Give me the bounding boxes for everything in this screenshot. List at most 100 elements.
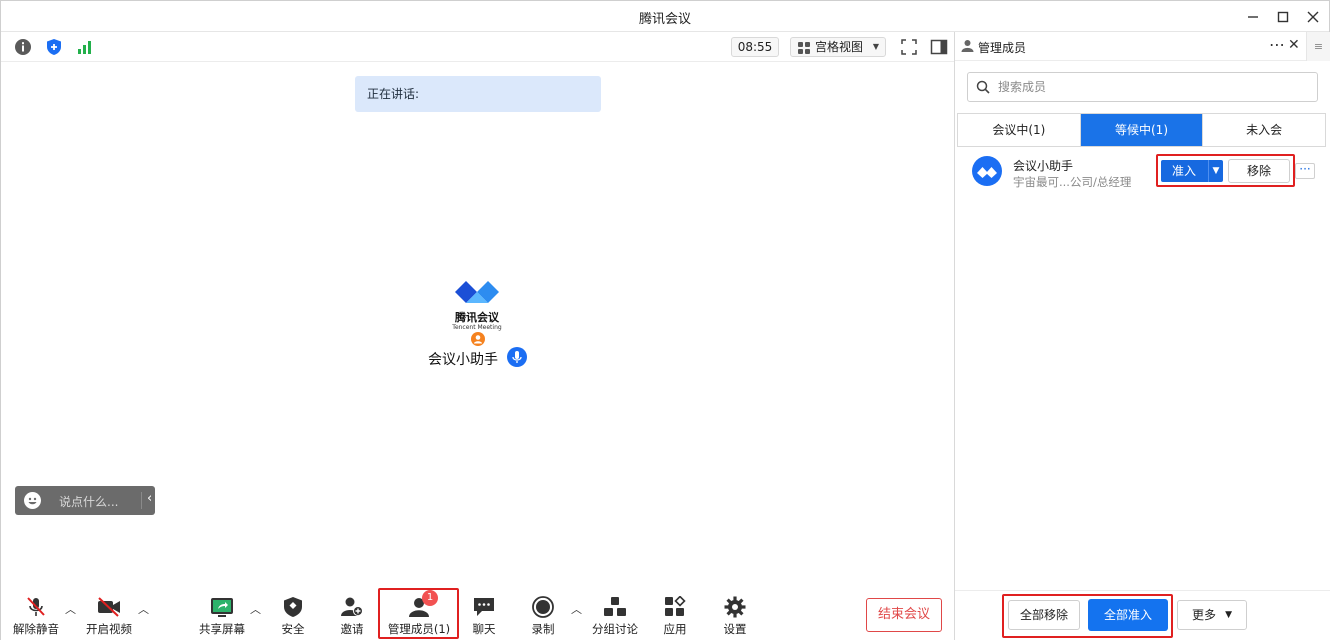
end-meeting-button[interactable]: 结束会议 bbox=[866, 598, 942, 632]
settings-label: 设置 bbox=[723, 622, 747, 636]
invite-button[interactable]: 邀请 bbox=[324, 594, 380, 638]
invite-label: 邀请 bbox=[340, 622, 364, 636]
tab-not-joined[interactable]: 未入会 bbox=[1203, 114, 1326, 146]
share-screen-button[interactable]: 共享屏幕 bbox=[194, 594, 250, 638]
maximize-button[interactable] bbox=[1272, 6, 1294, 28]
security-status-button[interactable] bbox=[45, 38, 63, 56]
record-options-chevron-icon[interactable]: ︿ bbox=[571, 601, 582, 617]
share-options-chevron-icon[interactable]: ︿ bbox=[250, 601, 261, 617]
fullscreen-icon bbox=[901, 39, 917, 55]
panel-footer: 全部移除 全部准入 更多 ▼ bbox=[955, 590, 1330, 640]
panel-title: 管理成员 bbox=[978, 41, 1027, 55]
view-layout-label: 宫格视图 bbox=[815, 40, 864, 54]
highlight-admit-remove bbox=[1156, 154, 1295, 187]
panel-menu-icon[interactable]: ≡ bbox=[1306, 32, 1330, 61]
emoji-icon[interactable] bbox=[24, 492, 41, 509]
info-button[interactable] bbox=[14, 38, 32, 56]
tencent-meeting-logo bbox=[455, 281, 499, 303]
chevron-down-icon: ▼ bbox=[1225, 610, 1232, 620]
quick-chat-bar[interactable]: 说点什么... ‹ bbox=[15, 486, 155, 515]
minimize-icon bbox=[1248, 16, 1258, 18]
member-name: 会议小助手 bbox=[1013, 159, 1074, 173]
grid-view-icon bbox=[798, 42, 810, 54]
toggle-sidebar-button[interactable] bbox=[930, 38, 948, 56]
meeting-timer: 08:55 bbox=[731, 37, 779, 57]
participant-name: 会议小助手 bbox=[428, 352, 498, 368]
logo-subtext: Tencent Meeting bbox=[452, 324, 502, 331]
security-button[interactable]: 安全 bbox=[265, 594, 321, 638]
host-icon bbox=[471, 332, 485, 346]
close-button[interactable] bbox=[1302, 6, 1324, 28]
camera-off-icon bbox=[98, 597, 120, 617]
member-search[interactable] bbox=[967, 72, 1318, 102]
logo-text: 腾讯会议 bbox=[455, 311, 499, 324]
record-icon bbox=[532, 596, 554, 618]
unmute-button[interactable]: 解除静音 bbox=[8, 594, 64, 638]
meeting-controls: 解除静音 ︿ 开启视频 ︿ 共享屏幕 ︿ 安全 邀请 1 管理成员(1) 聊天 … bbox=[1, 588, 954, 640]
meeting-info-bar: 08:55 宫格视图 ▼ bbox=[1, 32, 954, 62]
tab-waiting[interactable]: 等候中(1) bbox=[1080, 114, 1204, 146]
member-tabs: 会议中(1) 等候中(1) 未入会 bbox=[957, 113, 1326, 147]
avatar bbox=[972, 156, 1002, 186]
more-options-icon[interactable]: ⋯ bbox=[1269, 35, 1286, 54]
apps-icon bbox=[665, 596, 686, 616]
title-bar: 腾讯会议 bbox=[1, 1, 1329, 32]
participant-logo: 腾讯会议 Tencent Meeting bbox=[441, 278, 513, 331]
security-label: 安全 bbox=[281, 622, 305, 636]
chat-button[interactable]: 聊天 bbox=[456, 594, 512, 638]
divider bbox=[141, 492, 142, 509]
add-user-icon bbox=[341, 597, 363, 616]
record-button[interactable]: 录制 bbox=[515, 594, 571, 638]
chevron-down-icon: ▼ bbox=[872, 42, 879, 51]
share-screen-icon bbox=[211, 598, 233, 617]
meeting-window: 腾讯会议 08:55 宫格视图 ▼ 正在讲话: 腾讯会议 Tencent Mee… bbox=[0, 0, 1330, 640]
window-title: 腾讯会议 bbox=[638, 12, 691, 27]
chat-icon bbox=[474, 598, 494, 616]
breakout-rooms-button[interactable]: 分组讨论 bbox=[587, 594, 643, 638]
signal-icon bbox=[78, 41, 91, 54]
microphone-icon bbox=[507, 347, 527, 367]
tencent-meeting-avatar-icon bbox=[977, 167, 997, 178]
view-layout-dropdown[interactable]: 宫格视图 ▼ bbox=[790, 37, 886, 57]
info-icon bbox=[15, 39, 31, 55]
chat-input-placeholder[interactable]: 说点什么... bbox=[59, 493, 118, 510]
settings-button[interactable]: 设置 bbox=[707, 594, 763, 638]
audio-options-chevron-icon[interactable]: ︿ bbox=[65, 601, 76, 617]
more-dropdown-button[interactable]: 更多 ▼ bbox=[1177, 600, 1247, 630]
collapse-chevron-icon[interactable]: ‹ bbox=[147, 491, 152, 506]
microphone-muted-icon bbox=[27, 597, 45, 616]
more-label: 更多 bbox=[1192, 608, 1217, 622]
apps-label: 应用 bbox=[663, 622, 687, 636]
sidebar-icon bbox=[930, 39, 948, 55]
user-icon bbox=[961, 40, 974, 52]
highlight-bulk-actions bbox=[1002, 594, 1173, 638]
record-label: 录制 bbox=[531, 622, 555, 636]
speaking-indicator: 正在讲话: bbox=[355, 76, 601, 112]
video-stage: 正在讲话: 腾讯会议 Tencent Meeting 会议小助手 说点什么...… bbox=[1, 63, 954, 588]
apps-button[interactable]: 应用 bbox=[647, 594, 703, 638]
member-more-icon[interactable]: ··· bbox=[1295, 163, 1315, 179]
tab-in-meeting[interactable]: 会议中(1) bbox=[958, 114, 1081, 146]
security-shield-icon bbox=[284, 597, 302, 617]
highlight-manage-members bbox=[378, 588, 459, 639]
share-screen-label: 共享屏幕 bbox=[199, 622, 245, 636]
breakout-rooms-label: 分组讨论 bbox=[592, 622, 638, 636]
close-panel-icon[interactable]: ✕ bbox=[1288, 37, 1300, 53]
minimize-button[interactable] bbox=[1242, 6, 1264, 28]
search-input[interactable] bbox=[998, 78, 1298, 96]
maximize-icon bbox=[1277, 11, 1289, 23]
panel-header: 管理成员 ⋯ ✕ ≡ bbox=[955, 32, 1330, 61]
unmute-label: 解除静音 bbox=[13, 622, 59, 636]
start-video-label: 开启视频 bbox=[86, 622, 132, 636]
chat-label: 聊天 bbox=[472, 622, 496, 636]
video-options-chevron-icon[interactable]: ︿ bbox=[138, 601, 149, 617]
members-panel: 管理成员 ⋯ ✕ ≡ 会议中(1) 等候中(1) 未入会 会议小助手 宇宙最可.… bbox=[954, 32, 1330, 640]
network-status-button[interactable] bbox=[76, 38, 94, 56]
gear-icon bbox=[724, 596, 746, 618]
waiting-member-row: 会议小助手 宇宙最可...公司/总经理 准入 ▼ 移除 ··· bbox=[955, 150, 1330, 194]
fullscreen-button[interactable] bbox=[900, 38, 918, 56]
breakout-rooms-icon bbox=[604, 597, 626, 616]
member-subtitle: 宇宙最可...公司/总经理 bbox=[1013, 175, 1132, 189]
shield-icon bbox=[47, 39, 61, 55]
start-video-button[interactable]: 开启视频 bbox=[81, 594, 137, 638]
